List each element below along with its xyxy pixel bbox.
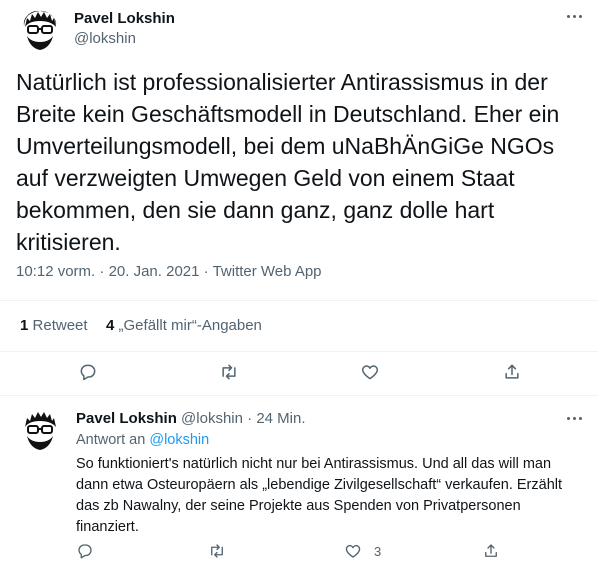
author-handle[interactable]: @lokshin — [74, 30, 136, 47]
heart-icon — [361, 365, 379, 380]
tweet-time[interactable]: 10:12 vorm. — [16, 263, 95, 280]
reply-to-handle[interactable]: @lokshin — [149, 432, 209, 448]
reply-icon — [80, 364, 96, 381]
like-count: 4 — [106, 317, 115, 334]
tweet-source[interactable]: Twitter Web App — [213, 263, 322, 280]
like-label: „Gefällt mir“-Angaben — [118, 317, 262, 334]
heart-icon — [345, 544, 361, 558]
main-tweet: Pavel Lokshin @lokshin Natürlich ist pro… — [0, 0, 598, 396]
retweet-icon — [211, 544, 223, 558]
reply-button[interactable] — [78, 362, 98, 382]
avatar[interactable] — [16, 6, 64, 54]
engagement-stats: 1 Retweet 4 „Gefällt mir“-Angaben — [0, 300, 598, 352]
avatar[interactable] — [16, 406, 64, 454]
author-name[interactable]: Pavel Lokshin — [74, 10, 175, 27]
more-icon[interactable] — [562, 6, 586, 26]
share-button[interactable] — [482, 542, 500, 560]
share-icon — [485, 544, 497, 557]
retweet-button[interactable] — [219, 362, 239, 382]
like-stat[interactable]: 4 „Gefällt mir“-Angaben — [106, 317, 262, 334]
separator: · — [99, 263, 105, 280]
like-button[interactable] — [360, 362, 380, 382]
reply-tweet[interactable]: Pavel Lokshin @lokshin · 24 Min. Antwort… — [0, 396, 598, 576]
more-icon[interactable] — [562, 408, 586, 428]
tweet-meta: 10:12 vorm. · 20. Jan. 2021 · Twitter We… — [16, 263, 322, 280]
retweet-stat[interactable]: 1 Retweet — [20, 317, 88, 334]
author-name[interactable]: Pavel Lokshin — [76, 410, 177, 427]
tweet-text: Natürlich ist professionalisierter Antir… — [16, 69, 560, 255]
tweet-date[interactable]: 20. Jan. 2021 — [109, 263, 200, 280]
separator: · — [203, 263, 209, 280]
reply-text: So funktioniert's natürlich nicht nur be… — [76, 456, 563, 535]
reply-icon — [78, 544, 92, 559]
reply-to-label: Antwort an — [76, 432, 146, 448]
avatar-illustration — [17, 407, 63, 453]
reply-age[interactable]: 24 Min. — [256, 410, 305, 427]
retweet-button[interactable] — [208, 542, 226, 560]
retweet-count: 1 — [20, 317, 29, 334]
separator: · — [247, 410, 253, 427]
reply-to-line: Antwort an @lokshin — [76, 432, 209, 448]
share-button[interactable] — [502, 362, 522, 382]
like-count: 3 — [374, 543, 382, 559]
share-icon — [505, 364, 519, 379]
retweet-label: Retweet — [32, 317, 88, 334]
reply-button[interactable] — [76, 542, 94, 560]
like-button[interactable]: 3 — [344, 542, 381, 560]
avatar-illustration — [17, 7, 63, 53]
author-handle[interactable]: @lokshin — [181, 410, 243, 427]
reply-header: Pavel Lokshin @lokshin · 24 Min. — [76, 410, 306, 427]
retweet-icon — [222, 364, 236, 380]
